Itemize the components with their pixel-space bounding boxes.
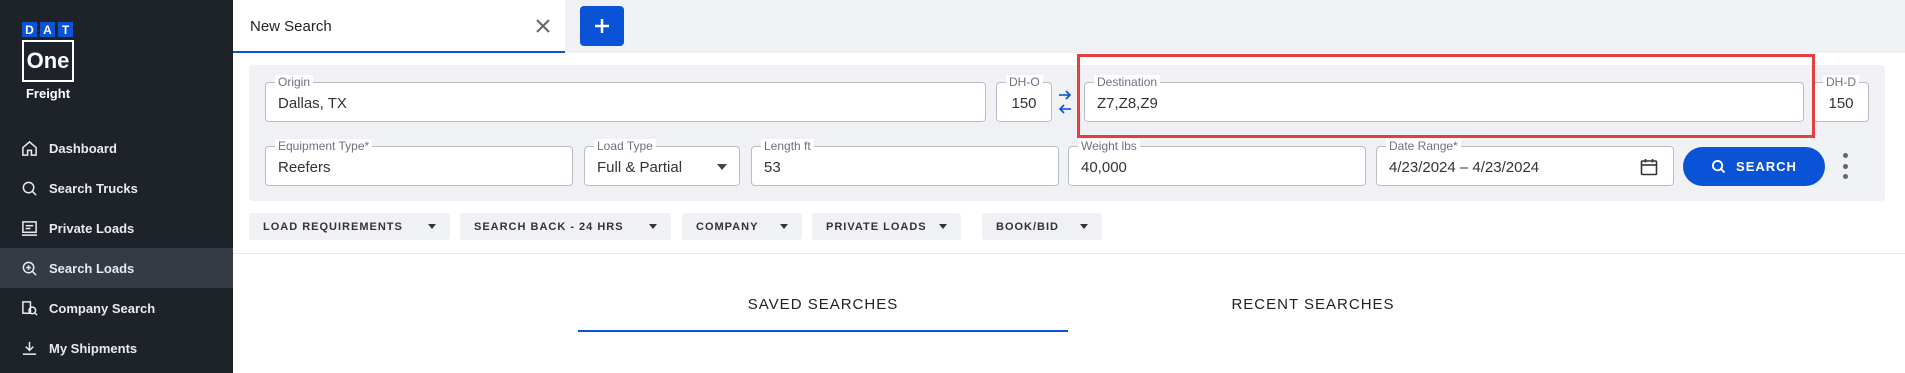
sidebar-item-label: Search Trucks xyxy=(49,180,138,196)
sidebar-item-label: Search Loads xyxy=(49,260,135,276)
tab-recent-searches[interactable]: RECENT SEARCHES xyxy=(1068,296,1558,313)
length-label: Length ft xyxy=(761,139,814,153)
sidebar-nav: Dashboard Search Trucks Private Loads Se… xyxy=(0,128,233,368)
dh-d-value: 150 xyxy=(1828,95,1854,112)
chevron-down-icon xyxy=(649,224,657,229)
logo-dat: D A T xyxy=(22,22,74,37)
company-search-icon xyxy=(20,299,38,317)
filter-label: LOAD REQUIREMENTS xyxy=(263,220,403,233)
tab-label: New Search xyxy=(250,18,332,35)
date-range-field[interactable]: Date Range* 4/23/2024 – 4/23/2024 xyxy=(1376,139,1674,186)
load-type-value: Full & Partial xyxy=(597,159,683,176)
filter-label: SEARCH BACK - 24 HRS xyxy=(474,220,624,233)
app: D A T One Freight Dashboard Search Truck… xyxy=(0,0,1905,373)
more-options-icon[interactable] xyxy=(1840,153,1850,179)
tab-bar: New Search xyxy=(233,0,1905,53)
search-icon xyxy=(20,179,38,197)
sidebar-item-label: Dashboard xyxy=(49,140,117,156)
sidebar-item-label: Company Search xyxy=(49,300,156,316)
divider xyxy=(233,253,1905,254)
private-loads-icon xyxy=(20,219,38,237)
filter-company[interactable]: COMPANY xyxy=(682,213,802,240)
dat-one-logo[interactable]: D A T One Freight xyxy=(22,22,74,101)
filter-label: COMPANY xyxy=(696,220,759,233)
logo-freight: Freight xyxy=(25,86,71,101)
equipment-type-label: Equipment Type* xyxy=(275,139,373,153)
equipment-type-value: Reefers xyxy=(278,159,331,176)
dh-o-field[interactable]: DH-O 150 xyxy=(996,75,1052,122)
home-icon xyxy=(20,139,38,157)
filter-label: BOOK/BID xyxy=(996,220,1059,233)
load-type-label: Load Type xyxy=(594,139,656,153)
sidebar-item-search-loads[interactable]: Search Loads xyxy=(0,248,233,288)
filter-book-bid[interactable]: BOOK/BID xyxy=(982,213,1102,240)
chevron-down-icon xyxy=(780,224,788,229)
shipments-icon xyxy=(20,339,38,357)
sidebar-item-company-search[interactable]: Company Search xyxy=(0,288,233,328)
sidebar-item-my-shipments[interactable]: My Shipments xyxy=(0,328,233,368)
sidebar-item-private-loads[interactable]: Private Loads xyxy=(0,208,233,248)
filter-search-back[interactable]: SEARCH BACK - 24 HRS xyxy=(460,213,671,240)
active-tab-indicator xyxy=(578,330,1068,332)
logo-letter: A xyxy=(40,22,55,37)
search-loads-icon xyxy=(20,259,38,277)
search-button-label: SEARCH xyxy=(1736,159,1797,174)
sidebar-item-dashboard[interactable]: Dashboard xyxy=(0,128,233,168)
dh-d-label: DH-D xyxy=(1823,75,1859,89)
sidebar-item-label: My Shipments xyxy=(49,340,138,356)
chevron-down-icon xyxy=(428,224,436,229)
date-range-label: Date Range* xyxy=(1386,139,1461,153)
date-range-value: 4/23/2024 – 4/23/2024 xyxy=(1389,159,1540,176)
swap-icon[interactable] xyxy=(1058,86,1072,118)
dh-d-field[interactable]: DH-D 150 xyxy=(1813,75,1869,122)
search-icon xyxy=(1711,159,1726,174)
dh-o-label: DH-O xyxy=(1006,75,1043,89)
chevron-down-icon xyxy=(717,164,727,170)
sidebar: D A T One Freight Dashboard Search Truck… xyxy=(0,0,233,373)
close-icon[interactable] xyxy=(533,16,553,36)
add-tab-button[interactable] xyxy=(580,6,624,46)
sidebar-item-label: Private Loads xyxy=(49,220,135,236)
highlight-box xyxy=(1077,54,1815,138)
logo-one: One xyxy=(22,40,74,82)
load-type-select[interactable]: Load Type Full & Partial xyxy=(584,139,740,186)
chevron-down-icon xyxy=(939,224,947,229)
calendar-icon[interactable] xyxy=(1639,157,1659,177)
plus-icon xyxy=(595,19,609,33)
origin-label: Origin xyxy=(275,75,314,89)
logo-letter: D xyxy=(22,22,37,37)
tab-saved-searches[interactable]: SAVED SEARCHES xyxy=(578,296,1068,313)
logo-letter: T xyxy=(58,22,73,37)
filter-load-requirements[interactable]: LOAD REQUIREMENTS xyxy=(249,213,450,240)
origin-value: Dallas, TX xyxy=(278,95,347,112)
weight-label: Weight lbs xyxy=(1078,139,1140,153)
sidebar-item-search-trucks[interactable]: Search Trucks xyxy=(0,168,233,208)
equipment-type-field[interactable]: Equipment Type* Reefers xyxy=(265,139,573,186)
length-value: 53 xyxy=(764,159,781,176)
filter-private-loads[interactable]: PRIVATE LOADS xyxy=(812,213,961,240)
search-button[interactable]: SEARCH xyxy=(1683,147,1825,186)
weight-field[interactable]: Weight lbs 40,000 xyxy=(1068,139,1366,186)
length-field[interactable]: Length ft 53 xyxy=(751,139,1059,186)
chevron-down-icon xyxy=(1080,224,1088,229)
filter-label: PRIVATE LOADS xyxy=(826,220,927,233)
weight-value: 40,000 xyxy=(1081,159,1127,176)
tab-new-search[interactable]: New Search xyxy=(233,0,565,53)
dh-o-value: 150 xyxy=(1011,95,1037,112)
origin-field[interactable]: Origin Dallas, TX xyxy=(265,75,986,122)
